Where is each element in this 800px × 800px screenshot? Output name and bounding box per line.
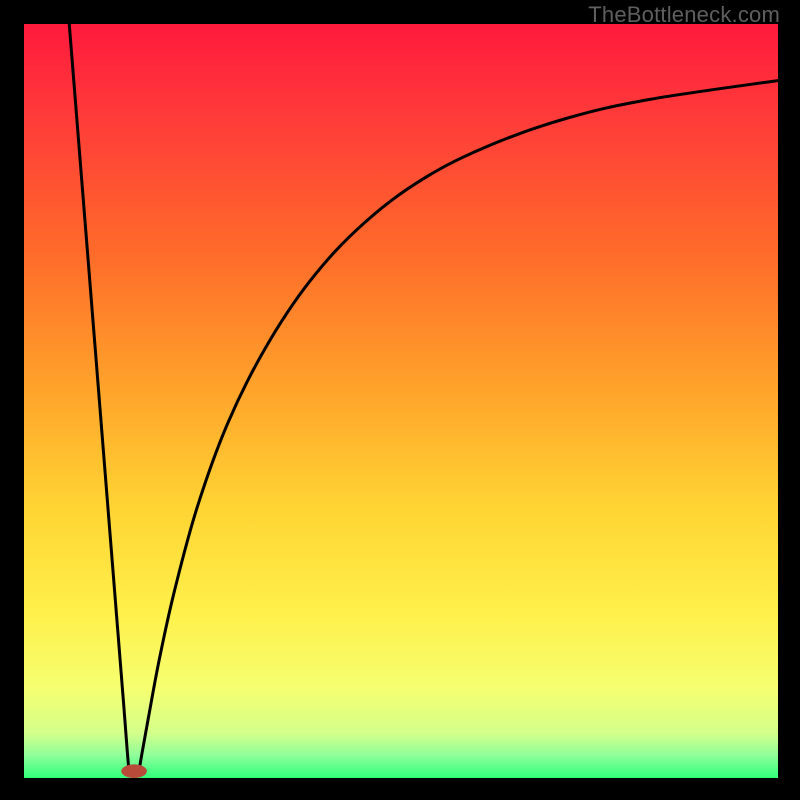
- chart-frame: [24, 24, 778, 778]
- min-marker: [121, 764, 147, 778]
- watermark-text: TheBottleneck.com: [588, 2, 780, 28]
- bottleneck-curve-chart: [24, 24, 778, 778]
- gradient-background: [24, 24, 778, 778]
